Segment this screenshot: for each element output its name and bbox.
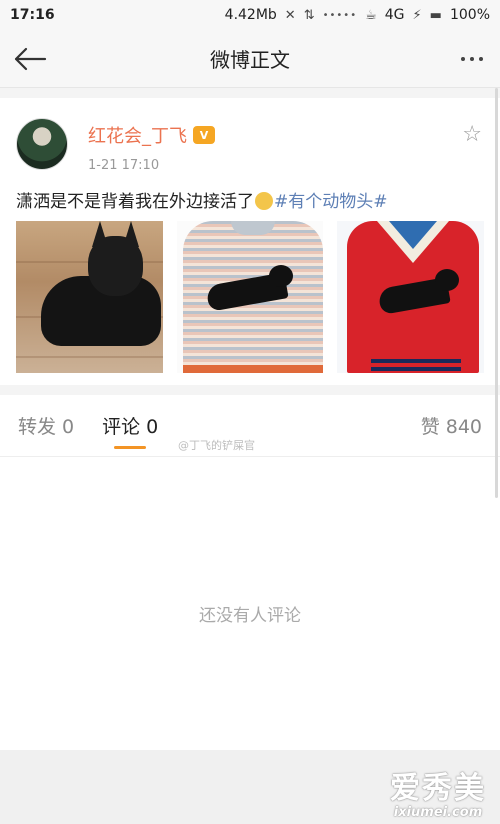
scrollbar[interactable] bbox=[495, 88, 498, 498]
emoji-icon bbox=[255, 192, 273, 210]
page-title: 微博正文 bbox=[210, 48, 290, 72]
watermark-url: ixiumei.com bbox=[393, 805, 483, 820]
weibo-post-screen: 17:16 4.42Mb ✕ ⇅ ••••• ☕ 4G ⚡ ▬ 100% 微博正… bbox=[0, 0, 500, 824]
post-card: 红花会_丁飞 V 1-21 17:10 ☆ 潇洒是不是背着我在外边接活了 #有个动… bbox=[0, 98, 500, 385]
post-image-dog[interactable] bbox=[16, 221, 163, 373]
arrow-left-icon bbox=[14, 47, 47, 70]
site-watermark: 爱秀美 ixiumei.com bbox=[390, 763, 486, 820]
post-time: 1-21 17:10 bbox=[88, 158, 160, 173]
back-button[interactable] bbox=[0, 30, 60, 88]
author-name-row: 红花会_丁飞 V bbox=[88, 122, 215, 148]
post-header: 红花会_丁飞 V 1-21 17:10 bbox=[16, 118, 484, 173]
post-image-red-sweater[interactable] bbox=[337, 221, 485, 373]
weibo-watermark: @丁飞的铲屎官 bbox=[178, 439, 255, 452]
more-dots-icon bbox=[461, 57, 465, 61]
network-type: 4G bbox=[384, 7, 405, 23]
author-info: 红花会_丁飞 V 1-21 17:10 bbox=[88, 122, 215, 173]
transfer-icon: ⇅ bbox=[303, 7, 315, 23]
comments-section: 还没有人评论 bbox=[0, 457, 500, 750]
tab-comment[interactable]: 评论 0 bbox=[102, 395, 158, 457]
mute-icon: ✕ bbox=[284, 7, 296, 23]
coffee-icon: ☕ bbox=[365, 7, 377, 23]
status-bar: 17:16 4.42Mb ✕ ⇅ ••••• ☕ 4G ⚡ ▬ 100% bbox=[0, 0, 500, 30]
tab-like[interactable]: 赞 840 bbox=[421, 395, 482, 457]
empty-comments-text: 还没有人评论 bbox=[199, 606, 301, 626]
avatar[interactable] bbox=[16, 118, 68, 170]
status-time: 17:16 bbox=[10, 7, 55, 23]
watermark-cn: 爱秀美 bbox=[390, 771, 486, 806]
nav-bar: 微博正文 bbox=[0, 30, 500, 88]
status-right: 4.42Mb ✕ ⇅ ••••• ☕ 4G ⚡ ▬ 100% bbox=[225, 7, 490, 23]
post-body-text: 潇洒是不是背着我在外边接活了 bbox=[16, 192, 254, 212]
more-button[interactable] bbox=[452, 44, 492, 74]
battery-icon: ▬ bbox=[429, 7, 442, 23]
post-text: 潇洒是不是背着我在外边接活了 #有个动物头# bbox=[16, 189, 484, 215]
author-name[interactable]: 红花会_丁飞 bbox=[88, 122, 187, 148]
status-data-rate: 4.42Mb bbox=[224, 7, 277, 23]
tab-repost[interactable]: 转发 0 bbox=[18, 395, 74, 457]
bottom-area: 爱秀美 ixiumei.com bbox=[0, 750, 500, 824]
flash-icon: ⚡ bbox=[412, 7, 422, 23]
battery-level: 100% bbox=[449, 7, 490, 23]
interaction-tabs: 转发 0 评论 0 @丁飞的铲屎官 赞 840 bbox=[0, 395, 500, 457]
signal-strength: ••••• bbox=[322, 9, 358, 21]
image-grid bbox=[16, 221, 485, 373]
vip-badge-icon: V bbox=[193, 126, 215, 144]
topic-link[interactable]: #有个动物头# bbox=[274, 192, 388, 212]
favorite-star-icon[interactable]: ☆ bbox=[462, 122, 482, 147]
post-image-striped-sweater[interactable] bbox=[176, 221, 324, 373]
